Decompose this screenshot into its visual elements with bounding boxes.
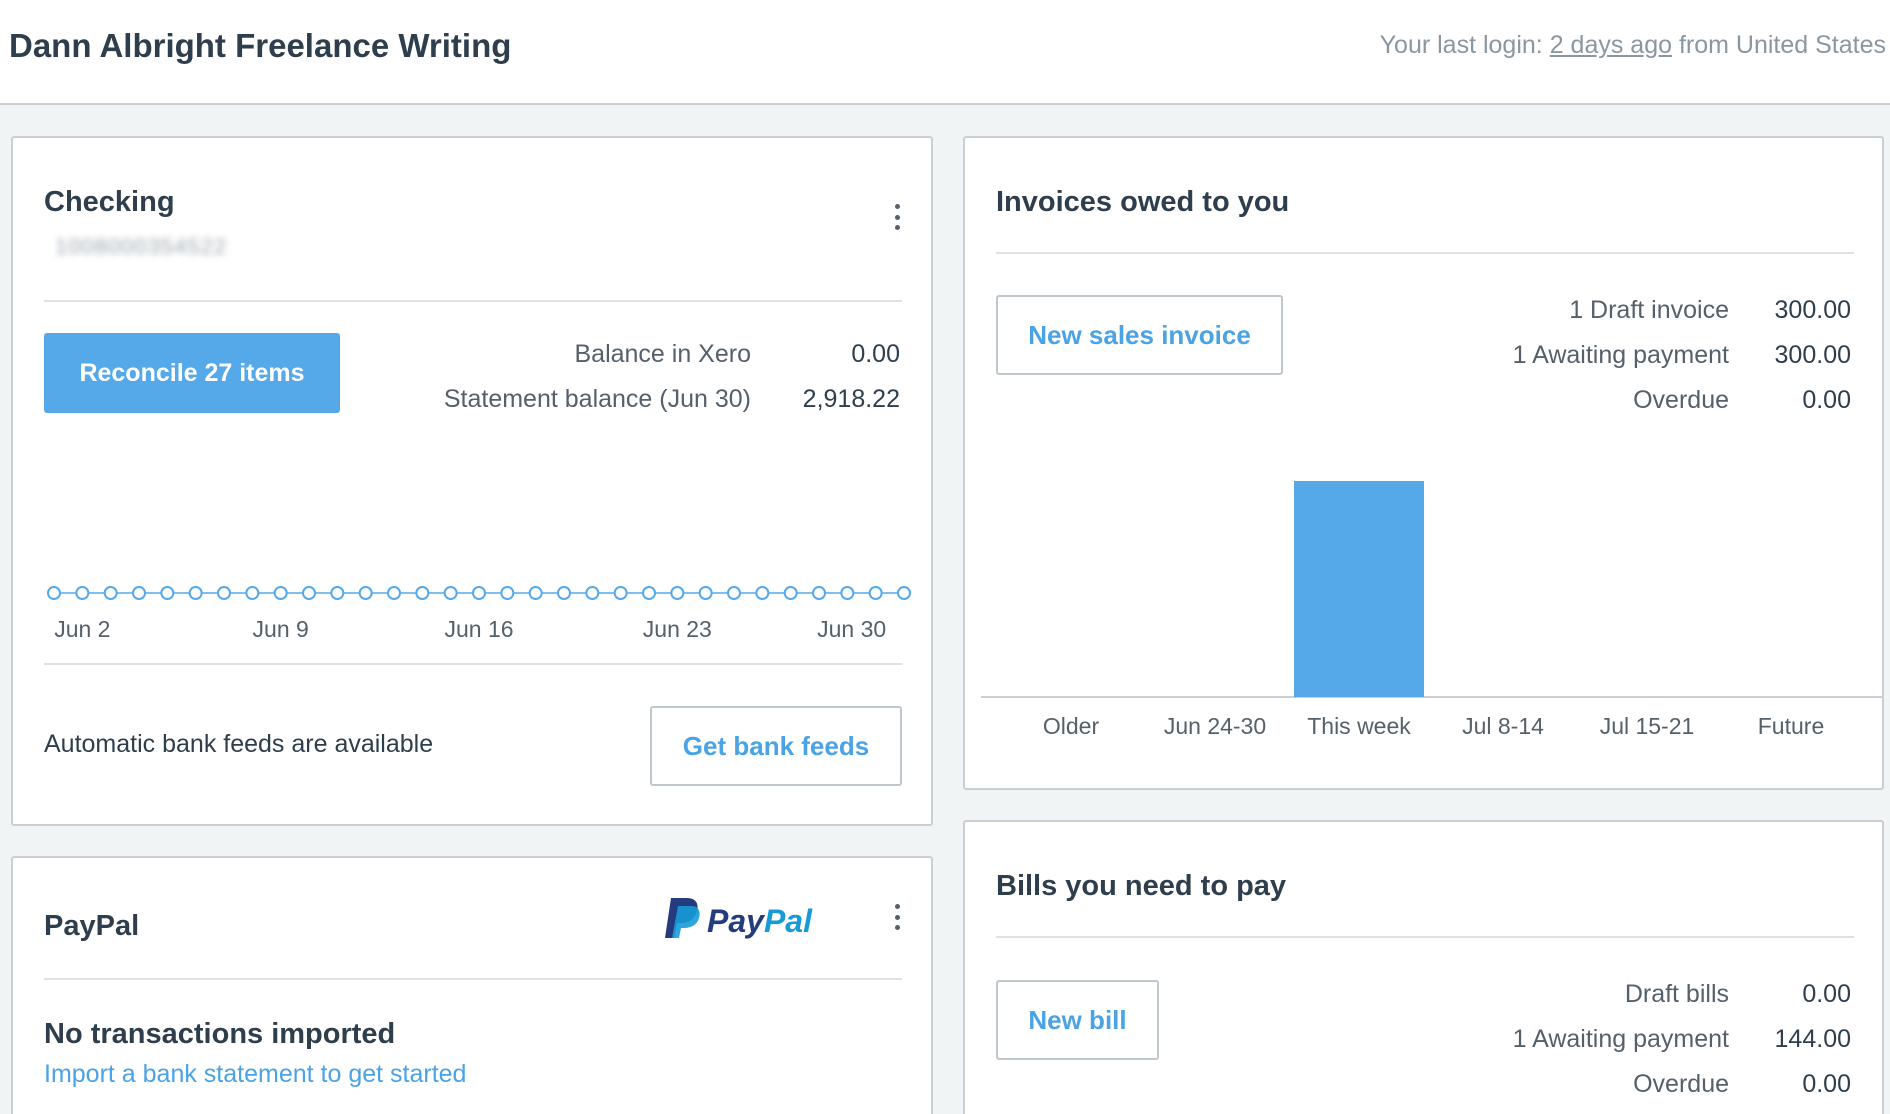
statement-balance-value: 2,918.22 xyxy=(802,385,900,413)
invoices-bar-chart xyxy=(981,481,1882,698)
last-login-suffix: from United States xyxy=(1678,31,1886,59)
balance-point[interactable] xyxy=(557,586,571,600)
balance-point[interactable] xyxy=(443,586,458,600)
balance-point[interactable] xyxy=(160,586,175,600)
checking-more-menu-icon[interactable] xyxy=(887,200,907,234)
balance-point[interactable] xyxy=(613,586,628,600)
bill-row-label[interactable]: 1 Awaiting payment xyxy=(1513,1025,1729,1054)
bar-category-label: This week xyxy=(1307,713,1411,739)
statement-balance-label: Statement balance (Jun 30) xyxy=(443,385,751,413)
balance-point[interactable] xyxy=(132,586,146,600)
bills-card: Bills you need to pay New bill Draft bil… xyxy=(963,820,1884,1114)
checking-header-divider xyxy=(44,300,902,302)
checking-card: Checking 1008000354522 Reconcile 27 item… xyxy=(11,136,933,826)
balance-in-xero-value: 0.00 xyxy=(851,340,900,368)
balance-point[interactable] xyxy=(698,586,713,600)
balance-point[interactable] xyxy=(727,586,741,600)
bar-category-label: Jul 15-21 xyxy=(1599,713,1695,739)
paypal-logo: PayPal xyxy=(663,896,843,944)
balance-point[interactable] xyxy=(897,586,911,600)
balance-point[interactable] xyxy=(245,586,260,600)
svg-text:PayPal: PayPal xyxy=(707,903,813,939)
paypal-more-menu-icon[interactable] xyxy=(887,900,907,934)
balance-point[interactable] xyxy=(500,586,515,600)
reconcile-button[interactable]: Reconcile 27 items xyxy=(44,333,340,413)
balance-point[interactable] xyxy=(783,586,798,600)
balance-point[interactable] xyxy=(840,586,855,600)
chart-tick-label: Jun 30 xyxy=(817,616,887,642)
get-bank-feeds-button[interactable]: Get bank feeds xyxy=(650,706,902,786)
bank-feeds-text: Automatic bank feeds are available xyxy=(44,730,434,758)
top-header: Dann Albright Freelance Writing Your las… xyxy=(0,0,1890,105)
balance-point[interactable] xyxy=(868,586,883,600)
checking-chart-divider xyxy=(44,663,902,665)
balance-in-xero-label: Balance in Xero xyxy=(574,340,751,368)
no-transactions-title: No transactions imported xyxy=(44,1018,396,1050)
balance-point[interactable] xyxy=(302,586,316,600)
checking-title[interactable]: Checking xyxy=(44,186,175,219)
bar-category-label: Future xyxy=(1757,713,1825,739)
balance-point[interactable] xyxy=(387,586,401,600)
balance-point[interactable] xyxy=(528,586,543,600)
account-number: 1008000354522 xyxy=(55,234,228,259)
last-login-link[interactable]: 2 days ago xyxy=(1550,31,1672,59)
bill-row-value: 0.00 xyxy=(1802,980,1851,1008)
organization-name[interactable]: Dann Albright Freelance Writing xyxy=(9,27,511,65)
balance-point[interactable] xyxy=(273,586,288,600)
balance-point[interactable] xyxy=(670,586,685,600)
paypal-wordmark: PayPal xyxy=(707,903,813,939)
chart-tick-label: Jun 2 xyxy=(54,616,111,642)
balance-point[interactable] xyxy=(75,586,90,600)
invoice-bar[interactable] xyxy=(1294,481,1424,697)
bill-row-label[interactable]: Draft bills xyxy=(1625,980,1729,1009)
bar-category-label: Jun 24-30 xyxy=(1163,713,1267,739)
bills-title[interactable]: Bills you need to pay xyxy=(996,870,1286,903)
balance-point[interactable] xyxy=(415,586,430,600)
balance-point[interactable] xyxy=(330,586,345,600)
balance-point[interactable] xyxy=(812,586,826,600)
last-login-info: Your last login: 2 days ago from United … xyxy=(1380,31,1886,60)
bar-category-label: Jul 8-14 xyxy=(1462,713,1544,739)
chart-tick-label: Jun 23 xyxy=(642,616,712,642)
balance-point[interactable] xyxy=(217,586,231,600)
new-bill-button[interactable]: New bill xyxy=(996,980,1159,1060)
bar-category-label: Older xyxy=(1042,713,1100,739)
chart-tick-label: Jun 16 xyxy=(444,616,514,642)
balance-point[interactable] xyxy=(585,586,600,600)
balance-point[interactable] xyxy=(642,586,656,600)
paypal-card: PayPal PayPal No transactions imported I… xyxy=(11,856,933,1114)
paypal-mark-icon xyxy=(665,898,700,938)
balance-point[interactable] xyxy=(358,586,373,600)
balance-point[interactable] xyxy=(188,586,203,600)
import-statement-link[interactable]: Import a bank statement to get started xyxy=(44,1060,466,1089)
bill-row-value: 0.00 xyxy=(1802,1070,1851,1098)
invoices-card: Invoices owed to you New sales invoice 1… xyxy=(963,136,1884,790)
bill-row-value: 144.00 xyxy=(1774,1025,1851,1053)
paypal-title[interactable]: PayPal xyxy=(44,910,139,943)
balance-point[interactable] xyxy=(472,586,486,600)
balance-point[interactable] xyxy=(103,586,118,600)
last-login-prefix: Your last login: xyxy=(1379,31,1543,59)
bill-row-label[interactable]: Overdue xyxy=(1633,1070,1729,1099)
bills-header-divider xyxy=(996,936,1854,938)
balance-point[interactable] xyxy=(755,586,770,600)
balance-point[interactable] xyxy=(47,586,61,600)
paypal-header-divider xyxy=(44,978,902,980)
chart-tick-label: Jun 9 xyxy=(252,616,309,642)
